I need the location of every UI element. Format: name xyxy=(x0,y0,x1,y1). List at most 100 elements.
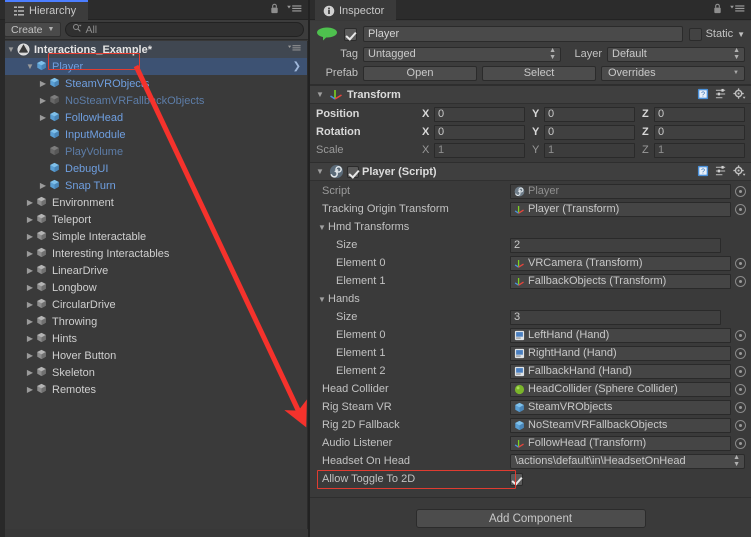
prefab-select-button[interactable]: Select xyxy=(482,65,596,81)
lock-icon[interactable] xyxy=(712,3,723,17)
chevron-down-icon[interactable]: ▼ xyxy=(737,30,745,39)
foldout-open-icon[interactable]: ▼ xyxy=(314,167,326,176)
foldout-closed-icon[interactable]: ▶ xyxy=(24,385,36,394)
foldout-closed-icon[interactable]: ▶ xyxy=(24,368,36,377)
gear-icon[interactable] xyxy=(733,88,746,103)
transform-position-y-input[interactable]: 0 xyxy=(544,106,635,122)
hierarchy-item-playvolume[interactable]: PlayVolume xyxy=(5,143,307,160)
hierarchy-item-throwing[interactable]: ▶ Throwing xyxy=(5,313,307,330)
hierarchy-item-steamvrobjects[interactable]: ▶ SteamVRObjects xyxy=(5,75,307,92)
hierarchy-item-inputmodule[interactable]: InputModule xyxy=(5,126,307,143)
script-size-input[interactable]: 2 xyxy=(510,237,721,253)
hierarchy-item-longbow[interactable]: ▶ Longbow xyxy=(5,279,307,296)
object-picker-icon[interactable] xyxy=(735,437,746,449)
transform-position-x-input[interactable]: 0 xyxy=(434,106,525,122)
object-picker-icon[interactable] xyxy=(735,383,746,395)
object-picker-icon[interactable] xyxy=(735,347,746,359)
hierarchy-item-environment[interactable]: ▶ Environment xyxy=(5,194,307,211)
foldout-open-icon[interactable]: ▼ xyxy=(316,223,328,232)
player-script-enabled-checkbox[interactable] xyxy=(347,165,359,178)
gear-icon[interactable] xyxy=(733,165,746,180)
script-size-input[interactable]: 3 xyxy=(510,309,721,325)
help-book-icon[interactable]: ? xyxy=(697,165,709,180)
foldout-open-icon[interactable]: ▼ xyxy=(24,62,36,71)
foldout-closed-icon[interactable]: ▶ xyxy=(24,351,36,360)
hierarchy-item-hover-button[interactable]: ▶ Hover Button xyxy=(5,347,307,364)
object-picker-icon[interactable] xyxy=(735,329,746,341)
scene-foldout-icon[interactable]: ▼ xyxy=(5,45,17,54)
gameobject-label-icon[interactable] xyxy=(316,26,338,42)
hierarchy-item-hints[interactable]: ▶ Hints xyxy=(5,330,307,347)
allow-toggle-to-2d-checkbox[interactable] xyxy=(510,472,523,486)
hamburger-menu-icon[interactable] xyxy=(730,3,745,17)
gameobject-enabled-checkbox[interactable] xyxy=(344,27,357,41)
static-toggle[interactable]: Static ▼ xyxy=(688,27,745,41)
row-expand-chevron-icon[interactable]: ❯ xyxy=(293,61,301,72)
object-picker-icon[interactable] xyxy=(735,203,746,215)
hierarchy-item-followhead[interactable]: ▶ FollowHead xyxy=(5,109,307,126)
player-script-component-header[interactable]: ▼ Player (Script) ? xyxy=(310,162,751,181)
object-field-element-2[interactable]: FallbackHand (Hand) xyxy=(510,363,731,379)
search-input[interactable]: All xyxy=(65,22,304,37)
foldout-closed-icon[interactable]: ▶ xyxy=(24,266,36,275)
tab-inspector[interactable]: Inspector xyxy=(315,0,397,20)
hierarchy-item-simple-interactable[interactable]: ▶ Simple Interactable xyxy=(5,228,307,245)
foldout-closed-icon[interactable]: ▶ xyxy=(24,198,36,207)
object-field-audio-listener[interactable]: FollowHead (Transform) xyxy=(510,435,731,451)
hierarchy-item-skeleton[interactable]: ▶ Skeleton xyxy=(5,364,307,381)
object-field-element-0[interactable]: LeftHand (Hand) xyxy=(510,327,731,343)
object-field-element-1[interactable]: FallbackObjects (Transform) xyxy=(510,273,731,289)
hierarchy-item-debugui[interactable]: DebugUI xyxy=(5,160,307,177)
transform-scale-x-input[interactable]: 1 xyxy=(434,142,525,158)
foldout-closed-icon[interactable]: ▶ xyxy=(37,181,49,190)
object-field-element-0[interactable]: VRCamera (Transform) xyxy=(510,255,731,271)
object-picker-icon[interactable] xyxy=(735,257,746,269)
foldout-closed-icon[interactable]: ▶ xyxy=(24,317,36,326)
foldout-closed-icon[interactable]: ▶ xyxy=(24,249,36,258)
create-button[interactable]: Create ▼ xyxy=(4,22,62,37)
foldout-closed-icon[interactable]: ▶ xyxy=(24,300,36,309)
help-book-icon[interactable]: ? xyxy=(697,88,709,103)
hamburger-menu-icon[interactable] xyxy=(287,3,302,17)
object-field-rig-steam-vr[interactable]: SteamVRObjects xyxy=(510,399,731,415)
scene-menu-icon[interactable] xyxy=(288,43,301,56)
object-picker-icon[interactable] xyxy=(735,365,746,377)
object-field-element-1[interactable]: RightHand (Hand) xyxy=(510,345,731,361)
tab-hierarchy[interactable]: Hierarchy xyxy=(5,0,89,20)
transform-rotation-x-input[interactable]: 0 xyxy=(434,124,525,140)
preset-icon[interactable] xyxy=(715,88,727,103)
prefab-open-button[interactable]: Open xyxy=(363,65,477,81)
object-picker-icon[interactable] xyxy=(735,401,746,413)
foldout-closed-icon[interactable]: ▶ xyxy=(24,232,36,241)
static-checkbox[interactable] xyxy=(688,27,702,41)
hierarchy-item-player[interactable]: ▼ Player ❯ xyxy=(5,58,307,75)
tag-dropdown[interactable]: Untagged ▲ ▼ xyxy=(363,46,561,62)
layer-dropdown[interactable]: Default ▲ ▼ xyxy=(607,46,745,62)
object-field-head-collider[interactable]: HeadCollider (Sphere Collider) xyxy=(510,381,731,397)
foldout-open-icon[interactable]: ▼ xyxy=(316,295,328,304)
hierarchy-item-lineardrive[interactable]: ▶ LinearDrive xyxy=(5,262,307,279)
hierarchy-item-teleport[interactable]: ▶ Teleport xyxy=(5,211,307,228)
transform-component-header[interactable]: ▼ Transform ? xyxy=(310,85,751,104)
object-picker-icon[interactable] xyxy=(735,185,746,197)
transform-scale-y-input[interactable]: 1 xyxy=(544,142,635,158)
foldout-closed-icon[interactable]: ▶ xyxy=(24,334,36,343)
object-field-tracking-origin-transform[interactable]: Player (Transform) xyxy=(510,201,731,217)
object-picker-icon[interactable] xyxy=(735,419,746,431)
transform-scale-z-input[interactable]: 1 xyxy=(654,142,745,158)
object-picker-icon[interactable] xyxy=(735,275,746,287)
hierarchy-item-snap-turn[interactable]: ▶ Snap Turn xyxy=(5,177,307,194)
hierarchy-tree[interactable]: ▼ Interactions_Example* ▼ Player ❯ ▶ Ste… xyxy=(5,41,308,529)
foldout-closed-icon[interactable]: ▶ xyxy=(37,96,49,105)
hierarchy-item-nosteamvrfallbackobjects[interactable]: ▶ NoSteamVRFallbackObjects xyxy=(5,92,307,109)
gameobject-name-field[interactable]: Player xyxy=(363,26,683,42)
hierarchy-item-circulardrive[interactable]: ▶ CircularDrive xyxy=(5,296,307,313)
lock-icon[interactable] xyxy=(269,3,280,17)
transform-position-z-input[interactable]: 0 xyxy=(654,106,745,122)
foldout-closed-icon[interactable]: ▶ xyxy=(37,79,49,88)
scene-row[interactable]: ▼ Interactions_Example* xyxy=(5,41,307,58)
foldout-open-icon[interactable]: ▼ xyxy=(314,90,326,99)
preset-icon[interactable] xyxy=(715,165,727,180)
transform-rotation-z-input[interactable]: 0 xyxy=(654,124,745,140)
transform-rotation-y-input[interactable]: 0 xyxy=(544,124,635,140)
